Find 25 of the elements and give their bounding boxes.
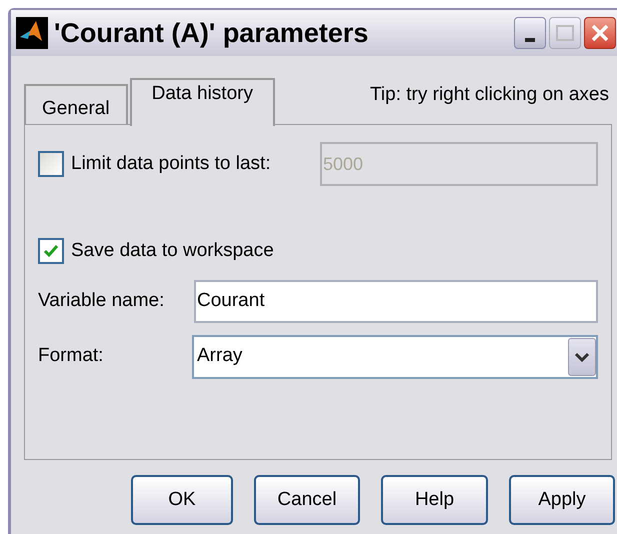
chevron-down-icon xyxy=(575,352,589,362)
field-label: Format: xyxy=(38,344,104,368)
minimize-icon xyxy=(525,38,535,42)
minimize-button[interactable] xyxy=(514,17,546,49)
tab[interactable]: Data history xyxy=(130,78,275,126)
checkbox-label: Save data to workspace xyxy=(71,239,274,263)
tip-text: Tip: try right clicking on axes xyxy=(370,82,609,106)
dropdown-value: Array xyxy=(197,344,242,368)
checkmark-icon xyxy=(43,244,59,258)
checkbox-label: Limit data points to last: xyxy=(71,152,271,176)
dialog-button[interactable]: Cancel xyxy=(254,475,360,525)
app-logo-icon xyxy=(16,17,48,49)
input-field[interactable]: Courant xyxy=(194,280,598,322)
tab[interactable]: General xyxy=(24,84,128,124)
dialog-button[interactable]: Help xyxy=(381,475,488,525)
field-label: Variable name: xyxy=(38,288,164,313)
close-icon xyxy=(590,23,610,43)
dialog-button[interactable]: Apply xyxy=(509,475,615,525)
checkbox[interactable] xyxy=(38,238,64,264)
format-dropdown[interactable]: Array xyxy=(192,334,598,378)
window-title: 'Courant (A)' parameters xyxy=(54,16,368,50)
close-button[interactable] xyxy=(584,17,616,49)
dropdown-button[interactable] xyxy=(568,338,596,376)
maximize-icon xyxy=(556,25,574,41)
dialog-button[interactable]: OK xyxy=(131,475,233,525)
